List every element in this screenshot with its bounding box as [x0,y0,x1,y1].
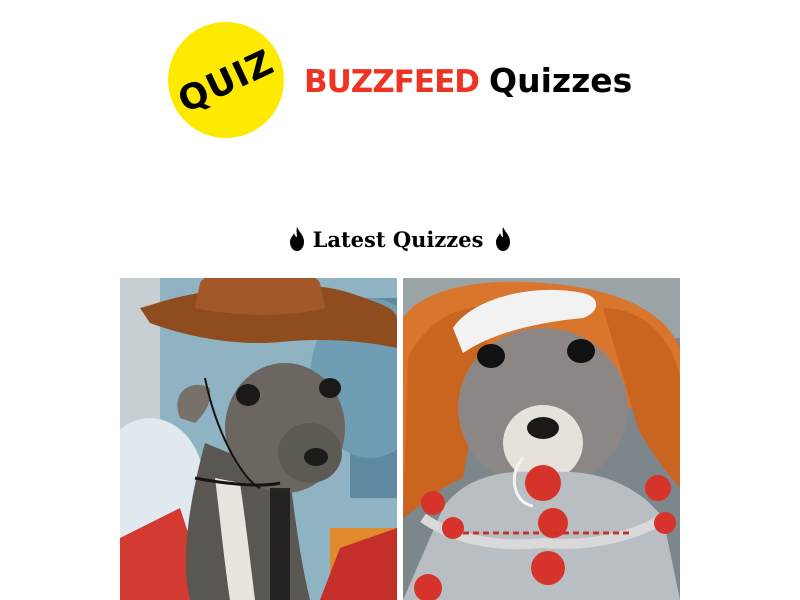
dog-in-cowboy-hat-image [120,278,397,600]
fire-icon [287,226,307,252]
quizzes-wordmark: Quizzes [489,60,633,100]
site-header: QUIZ BuzzFeed Quizzes [168,22,632,138]
quiz-badge-text: QUIZ [171,42,281,122]
section-title: Latest Quizzes [312,226,484,252]
buzzfeed-wordmark: BuzzFeed [304,63,480,100]
quiz-logo-badge[interactable]: QUIZ [168,22,284,138]
quiz-card[interactable] [403,278,680,600]
fire-icon [493,226,513,252]
chihuahua-in-clown-costume-image [403,278,680,600]
quiz-grid [120,278,680,600]
page: QUIZ BuzzFeed Quizzes Latest Quizzes [0,0,800,600]
section-heading: Latest Quizzes [0,226,800,252]
quiz-card[interactable] [120,278,397,600]
brand-logo[interactable]: BuzzFeed Quizzes [304,61,632,100]
